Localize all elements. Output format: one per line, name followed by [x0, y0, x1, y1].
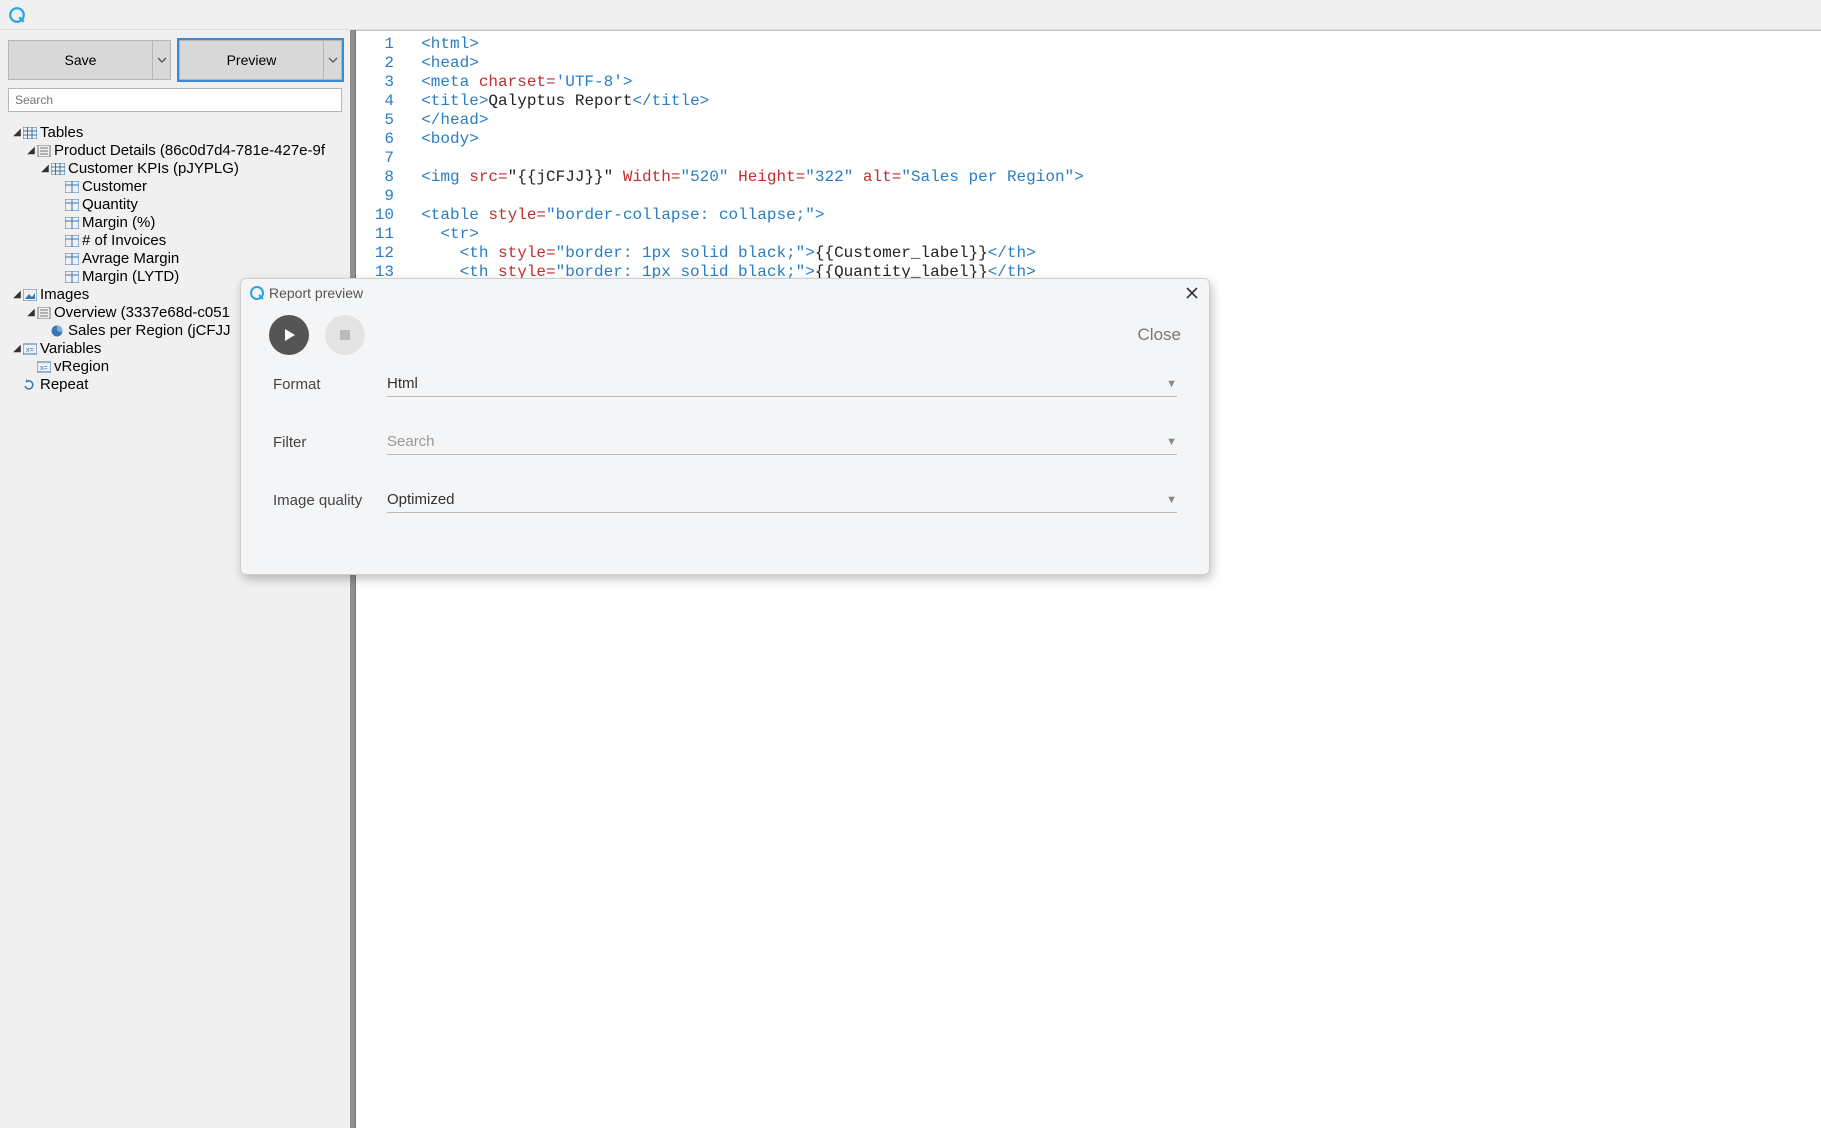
tree-label: Variables: [40, 340, 101, 358]
preview-button-group: Preview: [179, 40, 342, 80]
column-icon: [64, 270, 80, 284]
preview-dropdown[interactable]: [324, 40, 342, 80]
stop-button: [325, 315, 365, 355]
report-preview-dialog: Report preview Close Format Html▼ Filter…: [240, 278, 1210, 575]
chevron-down-icon: ▼: [1166, 436, 1177, 448]
chevron-down-icon: ◢: [26, 304, 36, 322]
tree-label: Images: [40, 286, 89, 304]
column-icon: [64, 216, 80, 230]
tree-label: Margin (%): [82, 214, 155, 232]
dialog-titlebar[interactable]: Report preview: [241, 279, 1209, 307]
pie-chart-icon: [50, 324, 66, 338]
tree-label: Margin (LYTD): [82, 268, 179, 286]
tree-node-tables[interactable]: ◢ Tables: [2, 124, 348, 142]
chevron-down-icon: ◢: [12, 124, 22, 142]
repeat-icon: [22, 378, 38, 392]
tree-label: # of Invoices: [82, 232, 166, 250]
chevron-down-icon: ◢: [26, 142, 36, 160]
column-icon: [64, 234, 80, 248]
editor-area: 12345678910111213303132 <html> <head> <m…: [350, 30, 1821, 1128]
column-icon: [64, 252, 80, 266]
tree-label: Repeat: [40, 376, 88, 394]
tree-label: Avrage Margin: [82, 250, 179, 268]
format-select[interactable]: Html▼: [387, 371, 1177, 397]
chevron-down-icon: ◢: [40, 160, 50, 178]
format-label: Format: [273, 376, 387, 397]
sheet-icon: [36, 306, 52, 320]
tree-label: Overview (3337e68d-c051: [54, 304, 230, 322]
tree-label: Quantity: [82, 196, 138, 214]
chevron-down-icon: ▼: [1166, 378, 1177, 390]
tree-node-customer-kpis[interactable]: ◢ Customer KPIs (pJYPLG): [2, 160, 348, 178]
app-logo-icon: [8, 6, 26, 24]
svg-text:x=: x=: [26, 347, 34, 354]
tree-label: Product Details (86c0d7d4-781e-427e-9f: [54, 142, 325, 160]
tree-node-avg-margin[interactable]: Avrage Margin: [2, 250, 348, 268]
close-icon[interactable]: [1183, 284, 1201, 302]
tree-node-customer[interactable]: Customer: [2, 178, 348, 196]
chevron-down-icon: ◢: [12, 286, 22, 304]
close-button[interactable]: Close: [1138, 325, 1181, 345]
sheet-icon: [36, 144, 52, 158]
table-icon: [50, 162, 66, 176]
dialog-title: Report preview: [265, 285, 1183, 301]
image-quality-label: Image quality: [273, 492, 387, 513]
main-layout: Save Preview ◢Tables ◢Product Details (8…: [0, 30, 1821, 1128]
code-editor[interactable]: 12345678910111213303132 <html> <head> <m…: [356, 30, 1821, 1128]
save-button-group: Save: [8, 40, 171, 80]
tree-node-quantity[interactable]: Quantity: [2, 196, 348, 214]
play-button[interactable]: [269, 315, 309, 355]
variable-icon: x=: [22, 342, 38, 356]
filter-label: Filter: [273, 434, 387, 455]
column-icon: [64, 180, 80, 194]
tree-label: Tables: [40, 124, 83, 142]
sidebar: Save Preview ◢Tables ◢Product Details (8…: [0, 30, 350, 1128]
preview-button[interactable]: Preview: [179, 40, 324, 80]
tree-node-product-details[interactable]: ◢ Product Details (86c0d7d4-781e-427e-9f: [2, 142, 348, 160]
tree-label: Sales per Region (jCFJJ: [68, 322, 231, 340]
variable-icon: x=: [36, 360, 52, 374]
tree-label: vRegion: [54, 358, 109, 376]
sidebar-toolbar: Save Preview: [0, 30, 350, 88]
tree-label: Customer KPIs (pJYPLG): [68, 160, 239, 178]
image-quality-select[interactable]: Optimized▼: [387, 487, 1177, 513]
svg-text:x=: x=: [40, 365, 48, 372]
app-logo-icon: [249, 285, 265, 301]
column-icon: [64, 198, 80, 212]
titlebar: [0, 0, 1821, 30]
chevron-down-icon: ◢: [12, 340, 22, 358]
save-dropdown[interactable]: [153, 40, 171, 80]
save-button[interactable]: Save: [8, 40, 153, 80]
tree-node-invoices[interactable]: # of Invoices: [2, 232, 348, 250]
filter-select[interactable]: Search▼: [387, 429, 1177, 455]
search-input[interactable]: [8, 88, 342, 112]
image-icon: [22, 288, 38, 302]
chevron-down-icon: ▼: [1166, 494, 1177, 506]
table-icon: [22, 126, 38, 140]
tree-node-margin-pct[interactable]: Margin (%): [2, 214, 348, 232]
tree-label: Customer: [82, 178, 147, 196]
